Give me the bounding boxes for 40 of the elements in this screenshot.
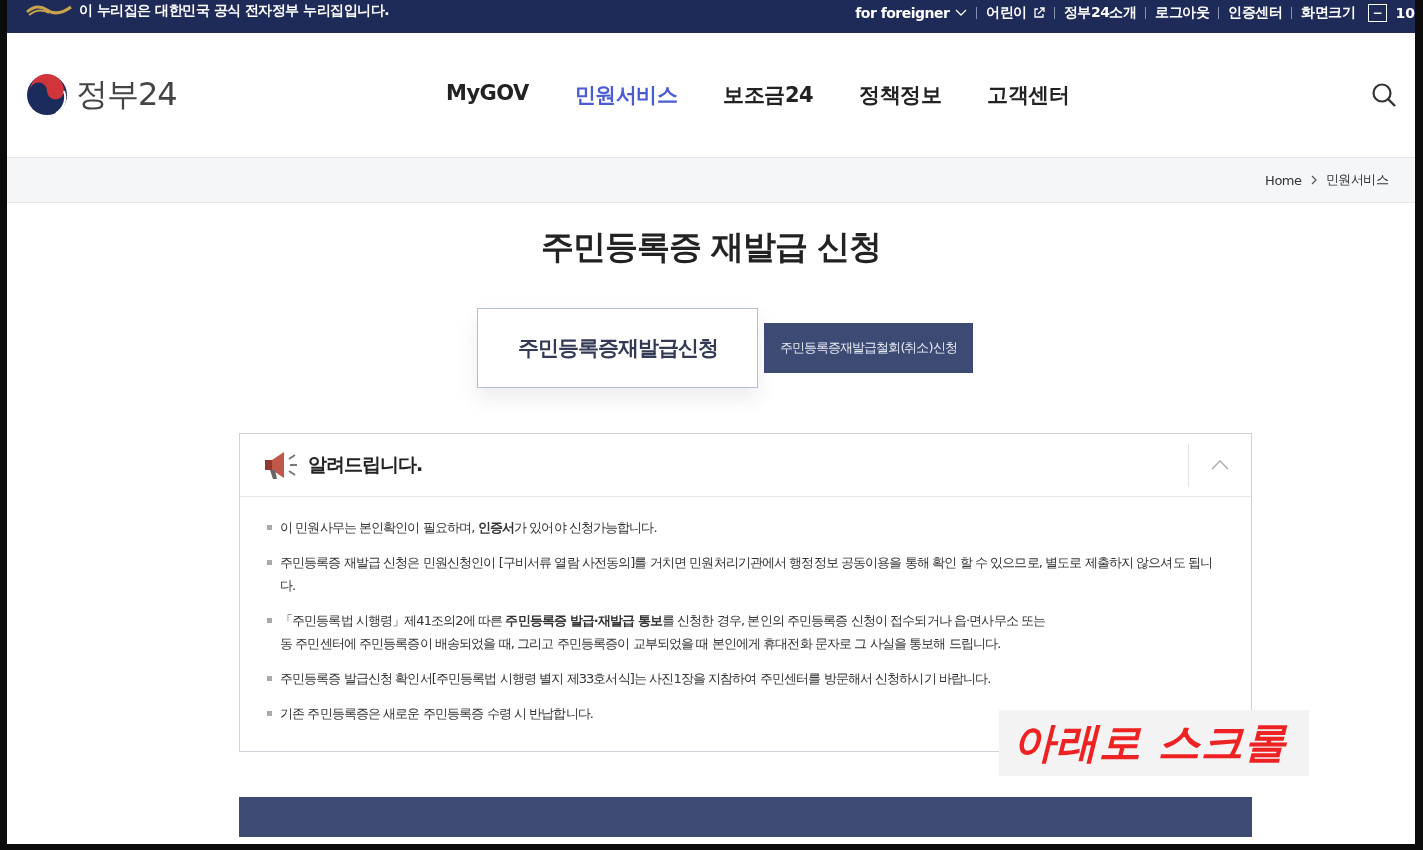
search-icon[interactable]	[1371, 82, 1397, 108]
top-link[interactable]: 인증센터	[1228, 4, 1283, 22]
page-title: 주민등록증 재발급 신청	[539, 226, 883, 268]
breadcrumb-link[interactable]: Home	[1265, 172, 1302, 188]
scroll-annotation: 아래로 스크롤	[999, 710, 1309, 776]
emblem-icon	[25, 3, 73, 17]
top-link[interactable]: 로그아웃	[1155, 4, 1210, 22]
megaphone-icon	[262, 449, 300, 481]
zoom-out-button[interactable]: −	[1368, 4, 1387, 22]
chevron-right-icon	[1309, 175, 1318, 185]
bullet-icon	[267, 525, 272, 530]
nav-item[interactable]: 고객센터	[987, 81, 1070, 109]
language-dropdown[interactable]: for foreigner	[855, 5, 968, 21]
top-link[interactable]: 어린이	[986, 4, 1045, 22]
nav-item[interactable]: 보조금24	[723, 81, 814, 109]
bullet-icon	[267, 676, 272, 681]
taegeuk-logo-icon	[26, 74, 68, 116]
nav-item[interactable]: 정책정보	[859, 81, 942, 109]
notice-text: 주민등록증 재발급 신청은 민원신청인이 [구비서류 열람 사전동의]를 거치면 민원처리기관에서 행정정보 공동이용을 통해 확인 할 수 있으므로, 별도로 제출하지 않으셔도 됩니다.	[280, 554, 1214, 595]
breadcrumb-link[interactable]: 민원서비스	[1325, 171, 1388, 189]
nav-item[interactable]: MyGOV	[446, 81, 529, 109]
notice-text: 「주민등록법 시행령」제41조의2에 따른 주민등록증 발급·재발급 통보를 신청한 경우, 본인의 주민등록증 신청이 접수되거나 읍·면사무소 또는 동 주민센터에 주민등록증이 배송되었을 때, 그리고 주민등록증이 교부되었을 때 본인에게 휴대전화 문자로 그 사실을 통보해 드립니다.	[280, 612, 1046, 653]
notice-title: 알려드립니다.	[308, 452, 423, 477]
official-site-notice: 이 누리집은 대한민국 공식 전자정부 누리집입니다.	[79, 1, 390, 20]
tab[interactable]: 주민등록증재발급철회(취소)신청	[764, 323, 973, 373]
top-link[interactable]: 정부24소개	[1063, 4, 1137, 22]
site-logo-text[interactable]: 정부24	[76, 73, 177, 117]
zoom-label: 화면크기	[1301, 4, 1356, 22]
bullet-icon	[267, 711, 272, 716]
tab[interactable]: 주민등록증재발급신청	[477, 308, 759, 388]
chevron-up-icon	[1211, 460, 1229, 470]
nav-item[interactable]: 민원서비스	[574, 81, 678, 109]
chevron-down-icon	[955, 9, 968, 17]
bullet-icon	[267, 618, 272, 623]
notice-text: 주민등록증 발급신청 확인서[주민등록법 시행령 별지 제33호서식]는 사진1장을 지참하여 주민센터를 방문해서 신청하시기 바랍니다.	[280, 670, 991, 688]
external-link-icon	[1032, 7, 1045, 19]
bullet-icon	[267, 560, 272, 565]
zoom-value: 10	[1395, 5, 1415, 21]
notice-text: 이 민원사무는 본인확인이 필요하며, 인증서가 있어야 신청가능합니다.	[280, 519, 657, 537]
notice-text: 기존 주민등록증은 새로운 주민등록증 수령 시 반납합니다.	[280, 705, 594, 723]
